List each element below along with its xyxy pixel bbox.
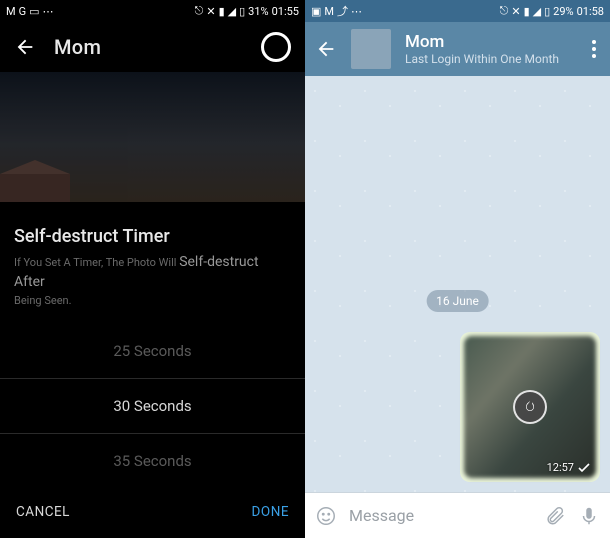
date-separator: 16 June [426,290,489,312]
status-time: 01:55 [272,5,299,18]
check-icon [578,463,590,473]
message-input[interactable]: Message [349,506,532,525]
status-time: 01:58 [577,5,604,18]
back-button[interactable] [315,38,337,60]
chat-name: Mom [405,32,574,52]
google-icon: G [19,5,27,18]
chat-last-seen: Last Login Within One Month [405,52,574,66]
message-input-bar: Message [305,492,610,538]
sheet-subtitle: If You Set A Timer, The Photo Will Self-… [0,253,305,324]
signal-bars-icon: ◢ [533,5,541,18]
send-circle-button[interactable] [261,32,291,62]
status-bar: ▣ M ⤴ ⋯ ⎋ ✕ ▮ ◢ ▯ 29% 01:58 [305,0,610,22]
screen-timer: M G ▭ ⋯ ⎋ ✕ ▮ ◢ ▯ 31% 01:55 Mom Self-des… [0,0,305,538]
signal-bars-icon: ◢ [228,5,236,18]
vibrate-icon: ✕ [511,5,520,18]
timer-option-selected[interactable]: 30 Seconds [0,378,305,434]
ellipsis-icon: ⋯ [351,5,362,18]
message-time: 12:57 [547,461,574,474]
signal-icon: ▮ [524,5,530,18]
message-bubble-outgoing[interactable]: 12:57 [460,332,600,482]
timer-option[interactable]: 25 Seconds [0,324,305,378]
cancel-button[interactable]: CANCEL [16,504,70,520]
briefcase-icon: ▭ [29,5,39,18]
ellipsis-icon: ⋯ [43,5,54,18]
chat-title-block[interactable]: Mom Last Login Within One Month [405,32,574,66]
vibrate-icon: ✕ [206,5,215,18]
screen-chat: ▣ M ⤴ ⋯ ⎋ ✕ ▮ ◢ ▯ 29% 01:58 Mom Last Log… [305,0,610,538]
emoji-button[interactable] [315,505,337,527]
done-button[interactable]: DONE [252,504,289,520]
preview-content [0,160,70,174]
gmail-icon: M [6,5,16,18]
more-button[interactable] [588,40,600,58]
message-meta: 12:57 [547,461,590,474]
editor-title: Mom [54,35,101,59]
battery-percent: 31% [248,5,268,18]
status-bar: M G ▭ ⋯ ⎋ ✕ ▮ ◢ ▯ 31% 01:55 [0,0,305,22]
editor-header: Mom [0,22,305,72]
chat-header: Mom Last Login Within One Month [305,22,610,76]
sheet-title: Self-destruct Timer [0,226,305,253]
send-icon: ⤴ [337,3,348,19]
avatar[interactable] [351,29,391,69]
chat-body[interactable]: 16 June 12:57 [305,76,610,492]
mic-button[interactable] [578,505,600,527]
photo-preview [0,72,305,202]
gmail-icon: M [324,5,334,18]
attach-button[interactable] [544,505,566,527]
preview-content [0,174,70,202]
fire-icon [513,390,547,424]
timer-option[interactable]: 35 Seconds [0,434,305,488]
battery-percent: 29% [553,5,573,18]
location-icon: ⎋ [500,4,509,18]
location-icon: ⎋ [195,4,204,18]
signal-icon: ▮ [219,5,225,18]
battery-icon: ▯ [239,5,245,18]
back-button[interactable] [14,36,36,58]
self-destruct-sheet: Self-destruct Timer If You Set A Timer, … [0,212,305,538]
battery-icon: ▯ [544,5,550,18]
image-icon: ▣ [311,5,321,18]
